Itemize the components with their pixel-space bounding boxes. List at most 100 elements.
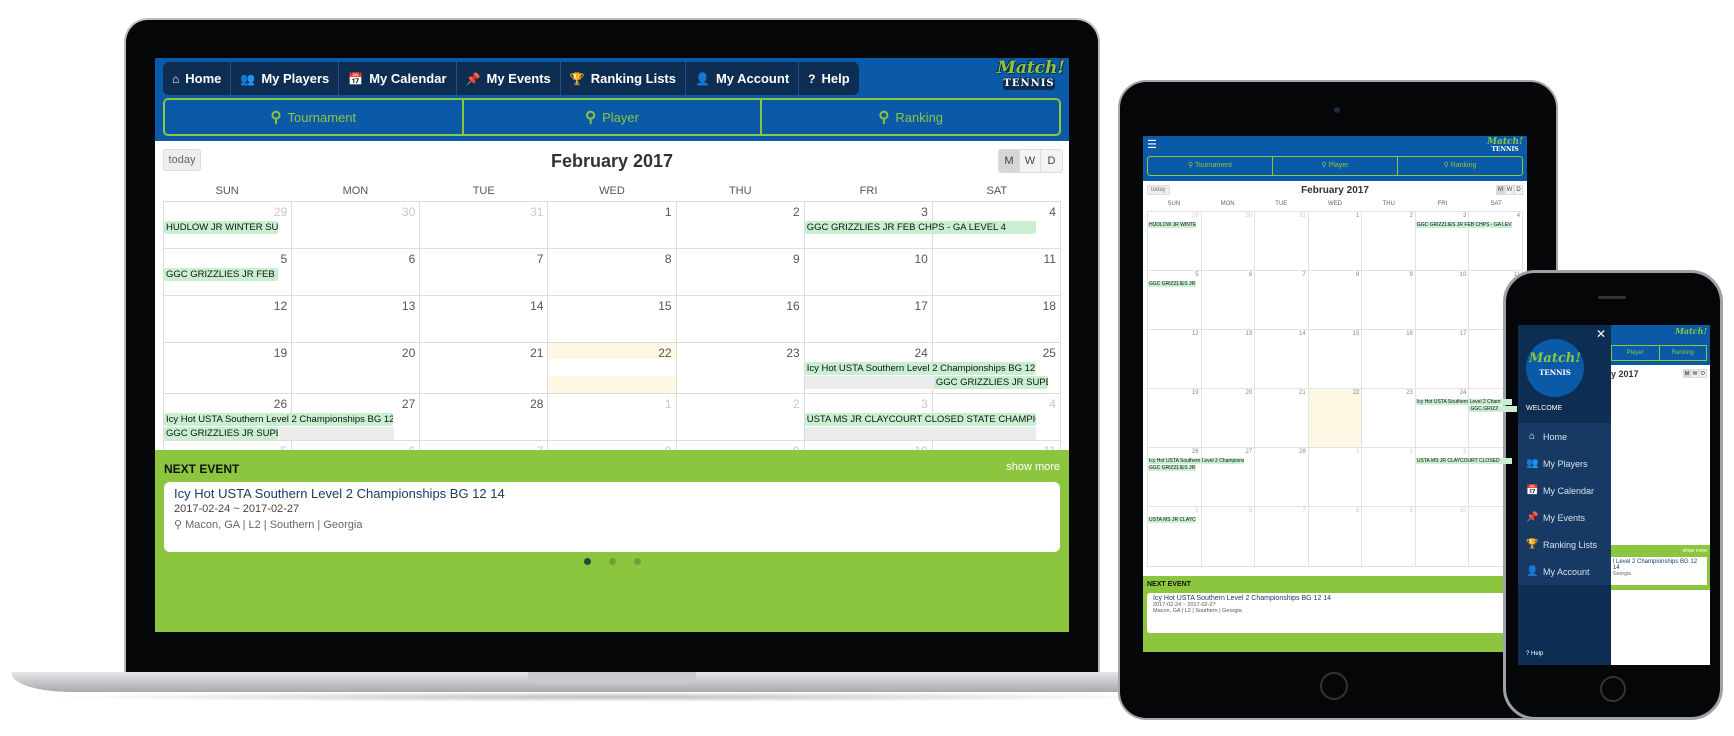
day-cell[interactable]: 1 <box>548 394 677 440</box>
day-view-button[interactable]: D <box>1514 185 1523 195</box>
day-cell[interactable]: 27 <box>1202 448 1256 506</box>
day-cell[interactable]: 3 USTA MS JR CLAYCOURT CLOSED <box>1415 448 1512 506</box>
event-hudlow[interactable]: HUDLOW JR WINTER SUPER <box>164 221 278 234</box>
day-cell[interactable]: 16 <box>1362 330 1416 388</box>
day-cell[interactable]: 9 <box>1362 507 1416 566</box>
day-cell[interactable]: 14 <box>1255 330 1309 388</box>
calendar-event[interactable]: GGC GRIZZLIES JR F <box>1148 281 1196 287</box>
day-cell[interactable]: 31 <box>1255 212 1309 270</box>
day-cell[interactable]: 16 <box>677 296 805 342</box>
calendar-event[interactable]: Icy Hot USTA Southern Level 2 Championsh <box>1148 458 1244 464</box>
day-cell[interactable]: 2 <box>677 202 805 248</box>
drawer-item-home[interactable]: ⌂ Home <box>1518 423 1611 450</box>
carousel-dot[interactable] <box>633 558 641 565</box>
calendar-event[interactable]: USTA MS JR CLAYCC <box>1148 517 1196 523</box>
day-cell[interactable]: 5 GGC GRIZZLIES JR F <box>1148 271 1202 329</box>
hamburger-menu-icon[interactable]: ☰ <box>1147 140 1157 151</box>
day-cell[interactable]: 6 <box>1202 271 1256 329</box>
day-cell[interactable]: 5GGC GRIZZLIES JR FEB CHP <box>164 249 293 295</box>
event-usta-ms-claycourt[interactable]: USTA MS JR CLAYCOURT CLOSED STATE CHAMPI… <box>804 413 1036 426</box>
day-cell[interactable]: 3 GGC GRIZZLIES JR FEB CHPS - GA LEVEL 4 <box>1415 212 1512 270</box>
drawer-help-link[interactable]: ? Help <box>1526 651 1543 657</box>
search-tournament-button[interactable]: ⚲ Tournament <box>165 100 464 134</box>
day-cell[interactable]: 21 <box>420 343 549 393</box>
day-cell[interactable]: 14 <box>420 296 549 342</box>
nav-my-events[interactable]: 📌 My Events <box>457 62 561 95</box>
day-view-button[interactable]: D <box>1699 369 1707 378</box>
day-cell[interactable]: 12 <box>164 296 293 342</box>
day-cell[interactable]: 20 <box>292 343 421 393</box>
day-cell[interactable]: 4 <box>1469 212 1522 270</box>
day-cell[interactable]: 15 <box>1309 330 1363 388</box>
day-cell[interactable]: 6 <box>1202 507 1256 566</box>
month-view-button[interactable]: M <box>1683 369 1691 378</box>
day-cell[interactable]: 13 <box>292 296 421 342</box>
day-cell[interactable]: 29 HUDLOW JR WINTER SUPER <box>164 202 293 248</box>
day-cell[interactable]: 23 <box>677 343 805 393</box>
day-cell[interactable]: 3 USTA MS JR CLAYCOURT CLOSED STATE CHAMP… <box>804 394 1036 440</box>
day-cell[interactable]: 2 <box>677 394 805 440</box>
day-cell[interactable]: 23 <box>1362 389 1416 447</box>
search-player-button[interactable]: Player <box>1612 346 1660 360</box>
day-cell[interactable]: 2 <box>1362 448 1416 506</box>
calendar-event[interactable]: GGC GRIZZLIES JR S <box>1148 465 1196 471</box>
day-cell[interactable]: 29 HUDLOW JR WINTER <box>1148 212 1202 270</box>
nav-my-players[interactable]: 👥 My Players <box>231 62 340 95</box>
day-cell[interactable]: 8 <box>548 249 677 295</box>
nav-my-calendar[interactable]: 📅 My Calendar <box>339 62 457 95</box>
drawer-item-my-events[interactable]: 📌 My Events <box>1518 504 1611 531</box>
week-view-button[interactable]: W <box>1020 150 1041 172</box>
day-cell[interactable]: 1 <box>548 202 677 248</box>
drawer-item-my-players[interactable]: 👥 My Players <box>1518 450 1611 477</box>
day-cell[interactable]: 19 <box>1148 389 1202 447</box>
day-cell[interactable]: 12 <box>1148 330 1202 388</box>
day-cell[interactable]: 2 <box>1362 212 1416 270</box>
week-view-button[interactable]: W <box>1505 185 1514 195</box>
calendar-event[interactable]: USTA MS JR CLAYCOURT CLOSED <box>1415 458 1512 464</box>
day-cell[interactable]: 6 <box>292 249 421 295</box>
calendar-event[interactable]: Icy Hot USTA Southern Level 2 Cham <box>1415 399 1512 405</box>
day-cell[interactable]: 20 <box>1202 389 1256 447</box>
next-event-title[interactable]: Icy Hot USTA Southern Level 2 Championsh… <box>174 486 1050 501</box>
day-cell[interactable]: 9 <box>677 249 805 295</box>
close-icon[interactable]: ✕ <box>1596 327 1606 341</box>
day-cell[interactable]: 1 <box>1309 448 1363 506</box>
event-ggc-super-cont[interactable]: GGC GRIZZLIES JR SUPER C <box>164 427 278 440</box>
day-cell[interactable]: 30 <box>292 202 421 248</box>
day-view-button[interactable]: D <box>1041 150 1062 172</box>
day-cell[interactable]: 18 <box>933 296 1060 342</box>
day-cell[interactable]: 10 <box>805 249 933 295</box>
day-cell[interactable]: 5 USTA MS JR CLAYCC <box>1148 507 1202 566</box>
match-tennis-logo[interactable]: Match! TENNIS <box>997 60 1065 96</box>
day-cell[interactable]: 24 Icy Hot USTA Southern Level 2 Cham <box>1415 389 1512 447</box>
day-cell[interactable]: 24 Icy Hot USTA Southern Level 2 Champion… <box>804 343 1036 393</box>
month-view-button[interactable]: M <box>999 150 1020 172</box>
day-cell[interactable]: 9 <box>1362 271 1416 329</box>
day-cell[interactable]: 8 <box>1309 271 1363 329</box>
calendar-event[interactable]: HUDLOW JR WINTER <box>1148 222 1196 228</box>
drawer-item-my-calendar[interactable]: 📅 My Calendar <box>1518 477 1611 504</box>
show-more-link[interactable]: show more <box>1006 461 1060 473</box>
day-cell[interactable]: 13 <box>1202 330 1256 388</box>
drawer-item-my-account[interactable]: 👤 My Account <box>1518 558 1611 585</box>
event-icy-hot-cont[interactable]: Icy Hot USTA Southern Level 2 Championsh… <box>164 413 393 426</box>
day-cell[interactable]: 26 Icy Hot USTA Southern Level 2 Champion… <box>1148 448 1244 506</box>
nav-ranking-lists[interactable]: 🏆 Ranking Lists <box>561 62 686 95</box>
nav-help[interactable]: ? Help <box>799 62 859 95</box>
day-cell[interactable]: 10 <box>1416 507 1470 566</box>
search-ranking-button[interactable]: ⚲ Ranking <box>1398 157 1522 175</box>
event-icy-hot[interactable]: Icy Hot USTA Southern Level 2 Championsh… <box>804 362 1036 375</box>
day-cell[interactable]: 28 <box>420 394 549 440</box>
day-cell[interactable]: 1 <box>1309 212 1363 270</box>
search-ranking-button[interactable]: Ranking <box>1660 346 1707 360</box>
day-cell[interactable]: 26 Icy Hot USTA Southern Level 2 Champion… <box>164 394 394 440</box>
day-cell[interactable]: 7 <box>1255 271 1309 329</box>
show-more-link[interactable]: show more <box>1683 548 1707 554</box>
carousel-dot[interactable] <box>583 558 591 565</box>
day-cell[interactable]: 7 <box>1255 507 1309 566</box>
week-view-button[interactable]: W <box>1691 369 1699 378</box>
calendar-event[interactable]: GGC GRIZZLIES JR FEB CHPS - GA LEVEL 4 <box>1415 222 1512 228</box>
day-cell[interactable]: 28 <box>1255 448 1309 506</box>
nav-my-account[interactable]: 👤 My Account <box>686 62 800 95</box>
event-ggc-feb-chps[interactable]: GGC GRIZZLIES JR FEB CHPS - GA LEVEL 4 <box>804 221 1036 234</box>
